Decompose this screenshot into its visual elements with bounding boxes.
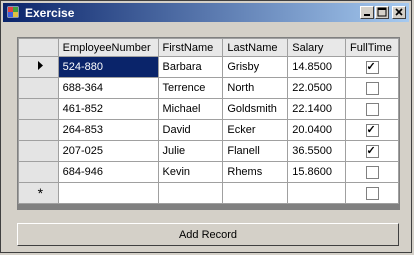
new-row-selector[interactable]: *: [18, 182, 59, 204]
row-selector[interactable]: [18, 98, 59, 120]
cell-lastname[interactable]: Ecker: [222, 119, 289, 141]
new-row-icon: *: [37, 185, 44, 201]
cell-fulltime[interactable]: [345, 161, 399, 183]
cell-lastname[interactable]: North: [222, 77, 289, 99]
current-row-arrow-icon: [38, 61, 44, 70]
table-row[interactable]: 264-853 David Ecker 20.0400: [18, 119, 399, 141]
minimize-button[interactable]: [360, 6, 374, 19]
new-cell-salary[interactable]: [287, 182, 347, 204]
column-header-employeenumber[interactable]: EmployeeNumber: [57, 38, 159, 57]
maximize-icon: [377, 7, 387, 17]
cell-employeenumber[interactable]: 684-946: [57, 161, 159, 183]
minimize-icon: [364, 14, 370, 16]
cell-fulltime[interactable]: [345, 140, 399, 162]
cell-employeenumber[interactable]: 688-364: [57, 77, 159, 99]
table-row[interactable]: 688-364 Terrence North 22.0500: [18, 77, 399, 99]
maximize-button[interactable]: [375, 6, 389, 19]
cell-firstname[interactable]: Kevin: [157, 161, 224, 183]
cell-fulltime[interactable]: [345, 98, 399, 120]
cell-fulltime[interactable]: [345, 56, 399, 78]
row-selector[interactable]: [18, 140, 59, 162]
add-record-button[interactable]: Add Record: [17, 223, 399, 246]
fulltime-checkbox[interactable]: [365, 102, 379, 116]
cell-fulltime[interactable]: [345, 77, 399, 99]
table-row[interactable]: 524-880 Barbara Grisby 14.8500: [18, 56, 399, 78]
row-selector[interactable]: [18, 119, 59, 141]
fulltime-checkbox[interactable]: [365, 186, 379, 200]
cell-salary[interactable]: 15.8600: [287, 161, 347, 183]
cell-lastname[interactable]: Flanell: [222, 140, 289, 162]
cell-lastname[interactable]: Grisby: [222, 56, 289, 78]
close-button[interactable]: [392, 6, 406, 19]
cell-salary[interactable]: 36.5500: [287, 140, 347, 162]
cell-firstname[interactable]: Julie: [157, 140, 224, 162]
table-row[interactable]: 207-025 Julie Flanell 36.5500: [18, 140, 399, 162]
cell-salary[interactable]: 20.0400: [287, 119, 347, 141]
corner-header[interactable]: [18, 38, 59, 57]
row-selector[interactable]: [18, 77, 59, 99]
new-cell-fulltime[interactable]: [345, 182, 399, 204]
window-title: Exercise: [25, 6, 75, 20]
cell-salary[interactable]: 22.1400: [287, 98, 347, 120]
fulltime-checkbox[interactable]: [365, 81, 379, 95]
new-cell-firstname[interactable]: [157, 182, 224, 204]
cell-firstname[interactable]: David: [157, 119, 224, 141]
cell-lastname[interactable]: Goldsmith: [222, 98, 289, 120]
close-icon: [395, 8, 403, 16]
row-selector[interactable]: [18, 161, 59, 183]
cell-firstname[interactable]: Michael: [157, 98, 224, 120]
column-header-salary[interactable]: Salary: [287, 38, 347, 57]
fulltime-checkbox[interactable]: [365, 144, 379, 158]
new-cell-employeenumber[interactable]: [57, 182, 159, 204]
cell-salary[interactable]: 14.8500: [287, 56, 347, 78]
column-header-fulltime[interactable]: FullTime: [345, 38, 399, 57]
new-row[interactable]: *: [18, 182, 399, 204]
column-header-firstname[interactable]: FirstName: [157, 38, 224, 57]
cell-firstname[interactable]: Terrence: [157, 77, 224, 99]
cell-lastname[interactable]: Rhems: [222, 161, 289, 183]
fulltime-checkbox[interactable]: [365, 60, 379, 74]
header-row: EmployeeNumber FirstName LastName Salary…: [18, 38, 399, 57]
table-row[interactable]: 461-852 Michael Goldsmith 22.1400: [18, 98, 399, 120]
fulltime-checkbox[interactable]: [365, 123, 379, 137]
new-cell-lastname[interactable]: [222, 182, 289, 204]
employee-grid: EmployeeNumber FirstName LastName Salary…: [17, 37, 400, 210]
cell-employeenumber[interactable]: 524-880: [57, 56, 159, 78]
cell-fulltime[interactable]: [345, 119, 399, 141]
title-bar[interactable]: Exercise: [3, 3, 409, 22]
cell-firstname[interactable]: Barbara: [157, 56, 224, 78]
cell-employeenumber[interactable]: 461-852: [57, 98, 159, 120]
column-header-lastname[interactable]: LastName: [222, 38, 289, 57]
cell-employeenumber[interactable]: 207-025: [57, 140, 159, 162]
exercise-window: Exercise EmployeeNumber FirstName LastNa…: [0, 0, 412, 253]
fulltime-checkbox[interactable]: [365, 165, 379, 179]
cell-salary[interactable]: 22.0500: [287, 77, 347, 99]
employee-table: EmployeeNumber FirstName LastName Salary…: [18, 38, 399, 204]
table-row[interactable]: 684-946 Kevin Rhems 15.8600: [18, 161, 399, 183]
cell-employeenumber[interactable]: 264-853: [57, 119, 159, 141]
form-icon: [6, 5, 20, 19]
row-selector[interactable]: [18, 56, 59, 78]
